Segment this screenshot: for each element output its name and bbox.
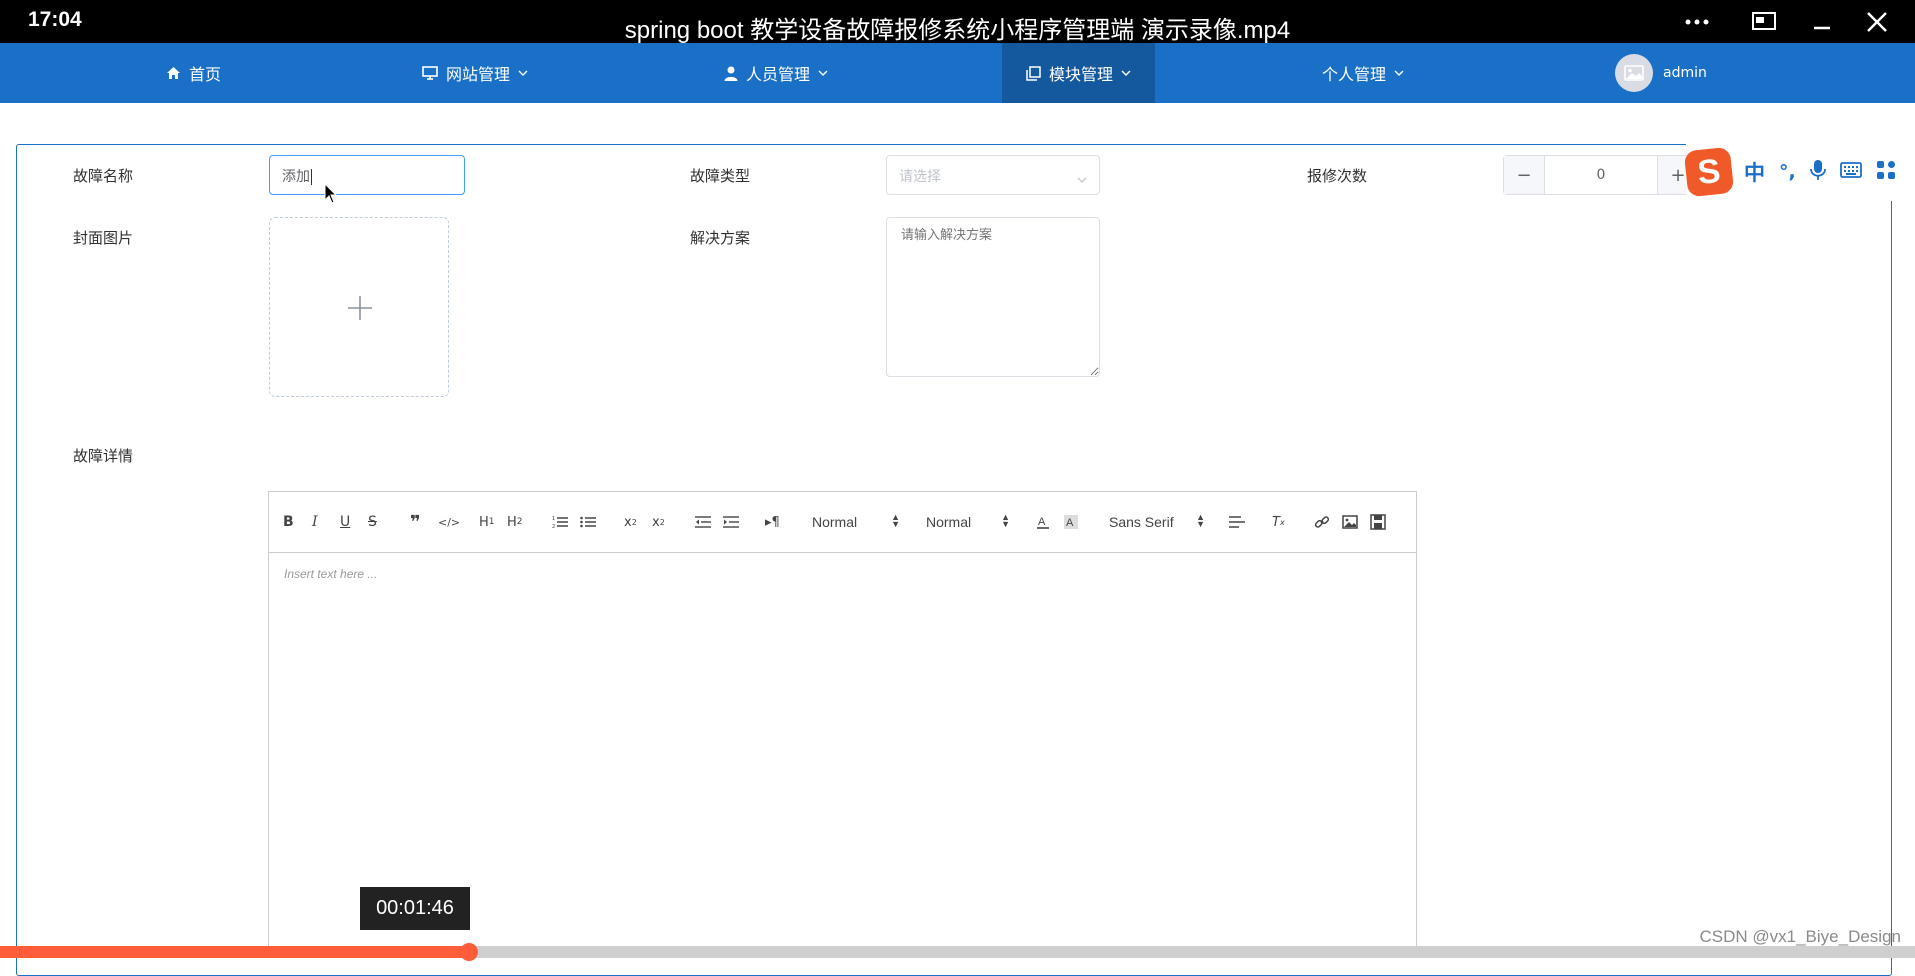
player-top-bar: 17:04 spring boot 教学设备故障报修系统小程序管理端 演示录像.… [0,0,1915,44]
pip-icon[interactable] [1744,6,1784,38]
chevron-down-icon [818,70,828,76]
text-direction-icon[interactable]: ▸¶ [765,510,780,534]
fault-name-input[interactable]: 添加 [269,155,465,195]
subscript-icon[interactable]: x2 [624,510,637,534]
underline-icon[interactable]: U [340,510,350,534]
code-block-icon[interactable]: </> [438,510,460,534]
chevron-down-icon [1394,70,1404,76]
playback-progress-fill [0,946,470,958]
chevron-down-icon [1121,70,1131,76]
user-menu[interactable]: admin [1615,43,1707,103]
repair-count-stepper[interactable]: − 0 + [1503,155,1699,195]
editor-content[interactable]: Insert text here ... [269,553,1416,595]
username: admin [1663,65,1707,81]
indent-icon[interactable] [723,510,739,534]
svg-text:1: 1 [552,516,555,522]
microphone-icon[interactable] [1809,159,1826,185]
fault-detail-label: 故障详情 [73,447,134,465]
playback-progress-bar[interactable] [0,943,1915,961]
strikethrough-icon[interactable]: S [368,510,377,534]
ime-mode-toggle[interactable]: 中 [1744,157,1765,187]
repair-count-label: 报修次数 [1307,167,1368,185]
top-navbar: 首页 网站管理 人员管理 模块管理 个人管理 admin [0,43,1915,103]
editor-placeholder: Insert text here ... [284,567,378,581]
italic-icon[interactable]: I [312,510,318,534]
select-arrows-icon: ▲ ▼ [1196,512,1205,529]
cover-image-upload[interactable] [269,217,449,397]
apps-grid-icon[interactable] [1876,160,1896,184]
ime-logo[interactable]: S [1683,146,1735,198]
align-icon[interactable] [1229,510,1245,534]
decrement-button[interactable]: − [1504,156,1544,194]
select-arrows-icon: ▲ ▼ [891,512,900,529]
heading2-icon[interactable]: H2 [507,510,523,534]
fault-type-select[interactable]: 请选择 [886,155,1100,195]
nav-item-site-management[interactable]: 网站管理 [422,43,528,103]
bullet-list-icon[interactable] [580,510,596,534]
user-icon [724,66,738,81]
nav-item-personal-management[interactable]: 个人管理 [1322,43,1404,103]
rich-text-editor: B I U S ❞ </> H1 H2 12 x2 x2 ▸¶ Normal ▲… [268,491,1417,951]
font-select-value: Sans Serif [1109,514,1174,530]
background-color-icon[interactable]: A [1063,510,1079,534]
svg-text:A: A [1038,516,1046,528]
ordered-list-icon[interactable]: 12 [552,510,568,534]
header-select-value: Normal [812,514,858,530]
nav-item-label: 人员管理 [746,65,811,84]
fault-type-placeholder: 请选择 [899,169,941,185]
watermark: CSDN @vx1_Biye_Design [1699,927,1901,946]
fault-type-label: 故障类型 [690,167,751,185]
size-select-value: Normal [926,514,972,530]
select-arrows-icon: ▲ ▼ [1001,512,1010,529]
close-icon[interactable] [1857,6,1897,38]
home-icon [166,66,181,80]
svg-text:A: A [1066,517,1074,529]
monitor-icon [422,66,438,80]
nav-item-label: 模块管理 [1048,65,1113,84]
fault-name-value: 添加 [282,169,310,185]
nav-item-label: 首页 [189,65,222,84]
bold-icon[interactable]: B [283,510,294,534]
ime-punct-toggle[interactable]: °, [1779,161,1796,183]
outdent-icon[interactable] [695,510,711,534]
video-title: spring boot 教学设备故障报修系统小程序管理端 演示录像.mp4 [624,17,1291,44]
font-select[interactable]: Sans Serif ▲ ▼ [1109,510,1205,534]
nav-item-label: 个人管理 [1322,65,1387,84]
minimize-icon[interactable] [1802,6,1842,38]
clear-format-icon[interactable]: Tx [1272,510,1285,534]
mouse-cursor-icon [324,183,338,204]
svg-text:2: 2 [552,524,555,529]
image-icon [1624,65,1644,81]
playback-timecode: 00:01:46 [360,887,470,930]
nav-item-label: 网站管理 [446,65,511,84]
more-icon[interactable] [1677,6,1717,38]
size-select[interactable]: Normal ▲ ▼ [926,510,1010,534]
ime-toolbar: S 中 °, [1683,143,1915,201]
nav-item-home[interactable]: 首页 [166,43,221,103]
superscript-icon[interactable]: x2 [652,510,665,534]
nav-item-module-management[interactable]: 模块管理 [1002,43,1155,103]
image-insert-icon[interactable] [1342,510,1358,534]
copy-icon [1026,65,1041,81]
blockquote-icon[interactable]: ❞ [410,510,421,534]
text-color-icon[interactable]: A [1035,510,1051,534]
editor-toolbar: B I U S ❞ </> H1 H2 12 x2 x2 ▸¶ Normal ▲… [269,492,1416,553]
video-insert-icon[interactable] [1370,510,1386,534]
keyboard-icon[interactable] [1839,162,1862,182]
avatar [1615,54,1653,92]
chevron-down-icon [1077,171,1087,187]
nav-item-personnel-management[interactable]: 人员管理 [724,43,828,103]
header-select[interactable]: Normal ▲ ▼ [812,510,900,534]
cover-image-label: 封面图片 [73,229,134,247]
repair-count-value[interactable]: 0 [1544,156,1658,194]
chevron-down-icon [518,70,528,76]
link-icon[interactable] [1314,510,1330,534]
heading1-icon[interactable]: H1 [479,510,495,534]
solution-label: 解决方案 [690,229,751,247]
plus-icon [346,294,374,326]
fault-name-label: 故障名称 [73,167,134,185]
solution-textarea[interactable] [886,217,1100,377]
